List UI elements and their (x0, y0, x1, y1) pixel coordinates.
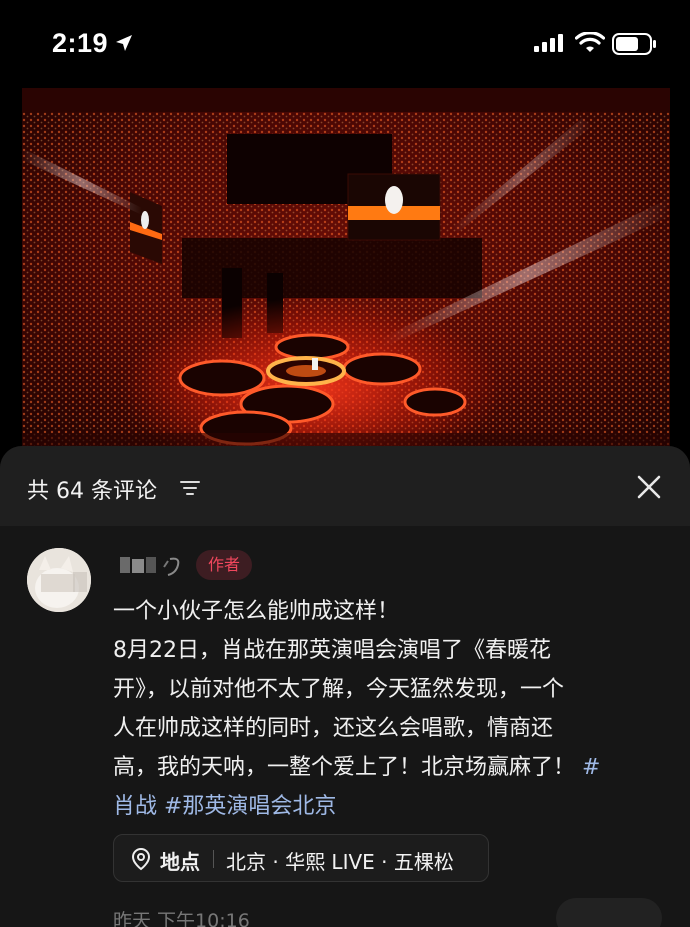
location-divider (213, 850, 214, 868)
battery-icon (612, 33, 656, 55)
comment-item: 作者 一个小伙子怎么能帅成这样！ 8月22日，肖战在那英演唱会演唱了《春暖花 开… (0, 526, 690, 927)
status-time: 2:19 (52, 28, 109, 58)
filter-lines-icon[interactable] (178, 477, 202, 499)
comment-line: 人在帅成这样的同时，还这么会唱歌，情商还 (113, 716, 554, 741)
hashtag-concert-beijing[interactable]: #那英演唱会北京 (164, 794, 336, 819)
concert-photo[interactable] (22, 88, 670, 468)
close-icon[interactable] (634, 472, 664, 502)
comment-count: 共 64 条评论 (27, 479, 157, 504)
location-label: 地点 (160, 850, 200, 874)
comment-line: 开》，以前对他不太了解，今天猛然发现，一个 (113, 677, 565, 702)
status-bar: 2:19 (0, 0, 690, 88)
comment-line: 高，我的天呐，一整个爱上了！北京场赢麻了！ # (113, 748, 673, 787)
like-button[interactable] (556, 898, 662, 927)
avatar[interactable] (27, 548, 91, 612)
comments-header: 共 64 条评论 (0, 446, 690, 526)
comment-line: 肖战 #那英演唱会北京 (113, 787, 673, 826)
hashtag-link[interactable]: # (582, 755, 600, 780)
cat-avatar-icon (27, 548, 91, 612)
cellular-signal-icon (534, 34, 563, 52)
username-blurred[interactable] (118, 553, 190, 577)
comment-timestamp: 昨天 下午10:16 (113, 910, 250, 927)
wifi-icon (575, 32, 605, 52)
comment-line-text: 高，我的天呐，一整个爱上了！北京场赢麻了！ (113, 755, 576, 780)
location-tag[interactable]: 地点 北京 · 华熙 LIVE · 五棵松 (113, 834, 489, 882)
location-arrow-icon (116, 35, 132, 51)
comment-line: 一个小伙子怎么能帅成这样！ (113, 599, 400, 624)
location-value: 北京 · 华熙 LIVE · 五棵松 (226, 850, 454, 874)
comment-line: 8月22日，肖战在那英演唱会演唱了《春暖花 (113, 638, 551, 663)
hashtag-xiao-zhan[interactable]: 肖战 (113, 794, 164, 819)
comments-sheet: 共 64 条评论 作者 一个小伙子怎么能帅成这样！ 8月22日，肖战在那英演唱会… (0, 446, 690, 927)
concert-photo-illustration (22, 88, 670, 468)
comment-text: 一个小伙子怎么能帅成这样！ 8月22日，肖战在那英演唱会演唱了《春暖花 开》，以… (113, 592, 673, 826)
location-pin-icon (131, 847, 151, 871)
author-badge: 作者 (196, 550, 253, 580)
